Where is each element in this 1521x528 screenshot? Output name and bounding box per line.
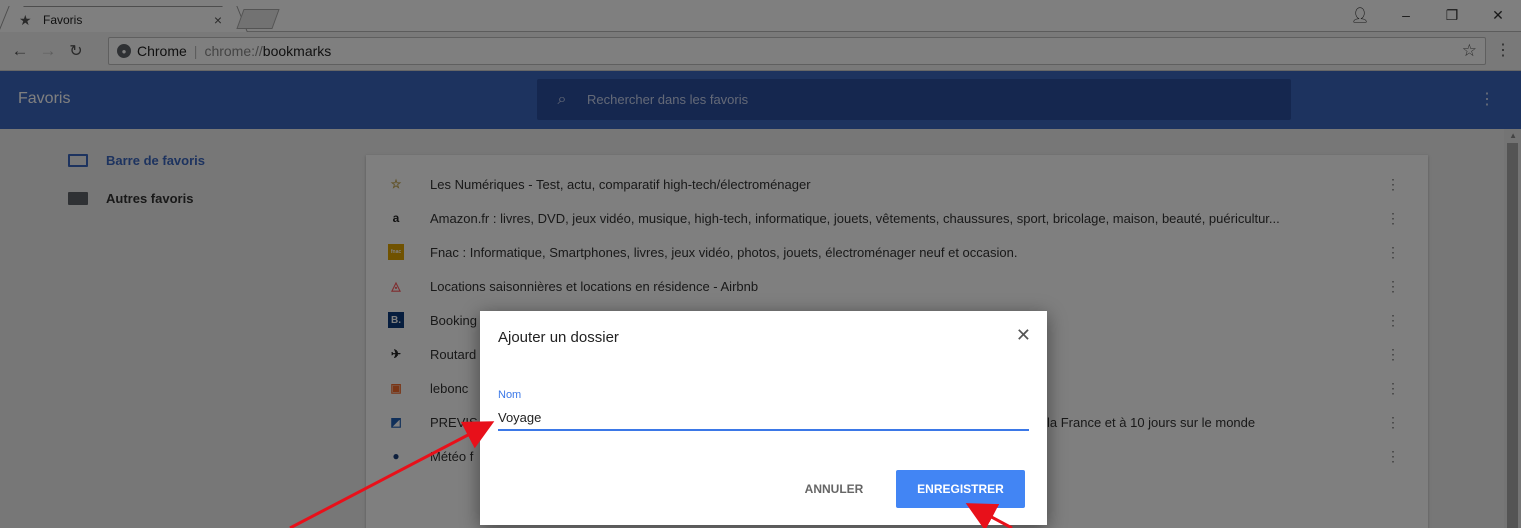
- save-button[interactable]: ENREGISTRER: [896, 470, 1025, 508]
- add-folder-dialog: Ajouter un dossier ✕ Nom ANNULER ENREGIS…: [480, 311, 1047, 525]
- close-icon[interactable]: ✕: [1016, 325, 1031, 346]
- folder-name-field[interactable]: [498, 405, 1029, 431]
- name-field-label: Nom: [498, 389, 522, 401]
- cancel-button[interactable]: ANNULER: [794, 471, 874, 507]
- dialog-title: Ajouter un dossier: [498, 329, 619, 346]
